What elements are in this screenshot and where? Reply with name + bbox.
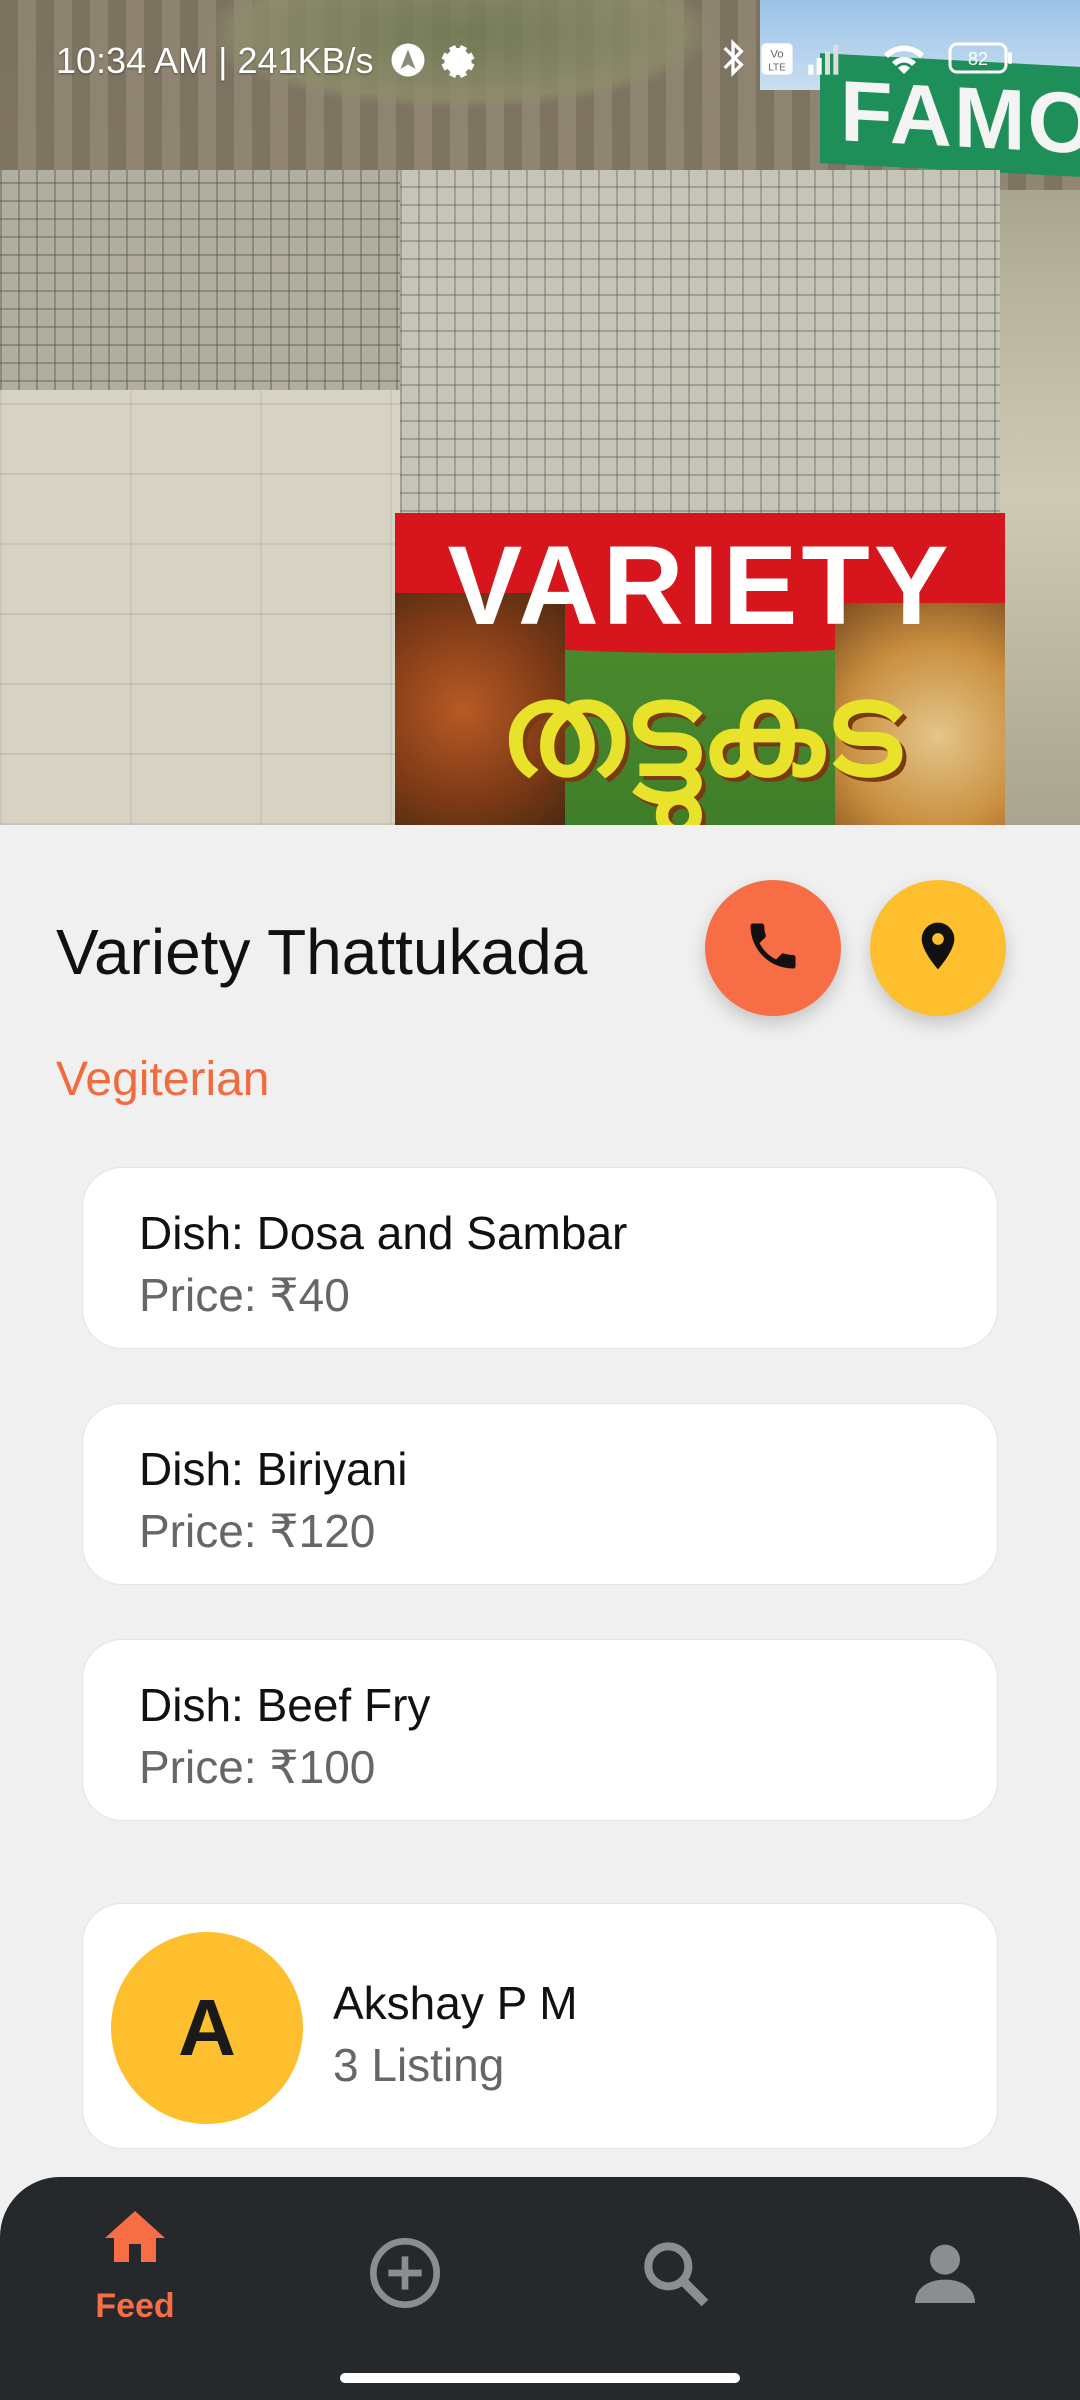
photo-stall-mesh [400,170,1000,530]
settings-gear-icon [440,42,476,78]
person-icon [905,2233,985,2318]
svg-text:82: 82 [968,49,988,69]
dish-price: Price: ₹120 [139,1505,376,1557]
call-button[interactable] [705,880,841,1016]
owner-name: Akshay P M [333,1977,578,2029]
photo-banner: VARIETY തട്ടുകട [395,513,1005,825]
restaurant-photo: FAMO VARIETY തട്ടുകട [0,0,1080,825]
gesture-bar [340,2373,740,2383]
svg-text:LTE: LTE [768,62,786,73]
photo-stall-mesh-left [0,170,400,400]
nav-item-search[interactable] [575,2177,775,2367]
dish-name: Dish: Beef Fry [139,1679,431,1731]
dish-card[interactable]: Dish: Dosa and Sambar Price: ₹40 [82,1167,998,1349]
svg-text:Vo: Vo [770,49,783,61]
avatar: A [111,1932,303,2124]
banner-text-thattukada: തട്ടുകട [499,653,901,805]
location-button[interactable] [870,880,1006,1016]
nav-label-feed: Feed [95,2287,175,2325]
dish-price: Price: ₹40 [139,1269,350,1321]
dish-name: Dish: Dosa and Sambar [139,1207,628,1259]
status-bar: 10:34 AM | 241KB/s Vo LTE 82 [0,0,1080,120]
home-icon [99,2202,171,2279]
banner-text-variety: VARIETY [447,523,953,648]
phone-icon [743,916,803,981]
nav-item-add[interactable] [305,2177,505,2367]
photo-wall [0,390,400,825]
status-time: 10:34 AM | 241KB/s [56,40,374,81]
nav-item-profile[interactable] [845,2177,1045,2367]
bluetooth-icon [720,38,746,78]
add-circle-icon [365,2233,445,2318]
nav-arrow-icon [390,42,426,78]
dish-name: Dish: Biriyani [139,1443,408,1495]
bottom-navigation: Feed [0,2177,1080,2400]
restaurant-name: Variety Thattukada [56,916,588,988]
owner-listing-count: 3 Listing [333,2039,505,2091]
map-pin-icon [910,918,966,979]
dish-card[interactable]: Dish: Beef Fry Price: ₹100 [82,1639,998,1821]
restaurant-category: Vegiterian [56,1053,270,1106]
search-icon [635,2233,715,2318]
nav-item-feed[interactable]: Feed [35,2177,235,2367]
owner-card[interactable]: A Akshay P M 3 Listing [82,1903,998,2149]
volte-icon: Vo LTE [760,42,794,76]
cellular-signal-icon [805,38,845,78]
wifi-icon [880,38,928,78]
dish-price: Price: ₹100 [139,1741,376,1793]
dish-card[interactable]: Dish: Biriyani Price: ₹120 [82,1403,998,1585]
battery-icon: 82 [948,42,1014,74]
